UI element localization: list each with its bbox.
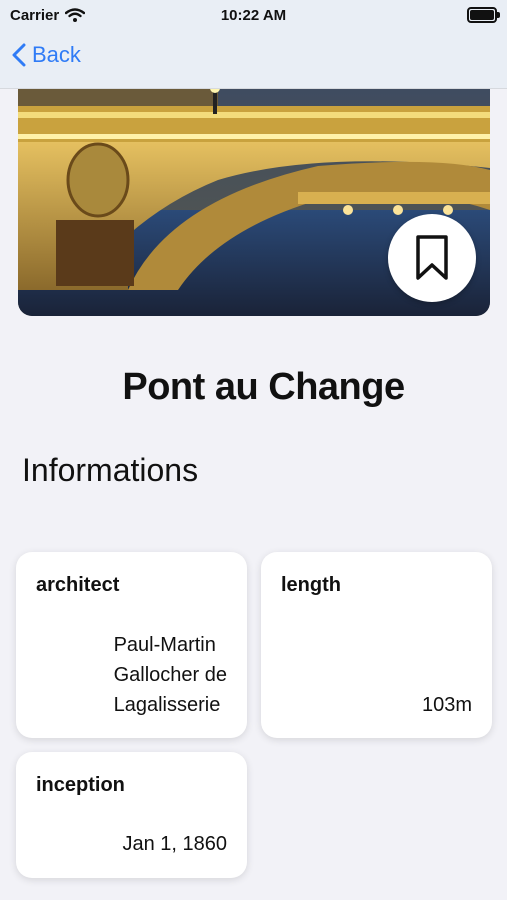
value-line: Paul-Martin <box>113 634 216 656</box>
bookmark-icon <box>416 235 448 280</box>
card-label: inception <box>36 774 125 796</box>
value-line: Lagalisserie <box>113 694 221 716</box>
carrier-label: Carrier <box>10 6 60 24</box>
card-value: Jan 1, 1860 <box>122 833 227 855</box>
bookmark-button[interactable] <box>388 214 476 302</box>
info-card-architect: architect Paul-Martin Gallocher de Lagal… <box>16 552 247 738</box>
card-value: 103m <box>421 694 472 716</box>
status-bar: Carrier 10:22 AM <box>0 0 507 30</box>
page-title: Pont au Change <box>122 366 405 408</box>
info-card-length: length 103m <box>261 552 492 738</box>
section-heading: Informations <box>22 452 199 488</box>
info-card-inception: inception Jan 1, 1860 <box>16 752 247 878</box>
card-label: architect <box>36 574 120 596</box>
back-label: Back <box>32 42 81 67</box>
back-button[interactable]: Back <box>12 42 81 68</box>
card-value: Paul-Martin Gallocher de Lagalisserie <box>114 630 227 720</box>
value-line: Gallocher de <box>113 664 227 686</box>
battery-icon <box>467 7 500 23</box>
chevron-left-icon <box>12 43 26 67</box>
wifi-icon <box>65 8 86 22</box>
card-label: length <box>281 574 341 596</box>
